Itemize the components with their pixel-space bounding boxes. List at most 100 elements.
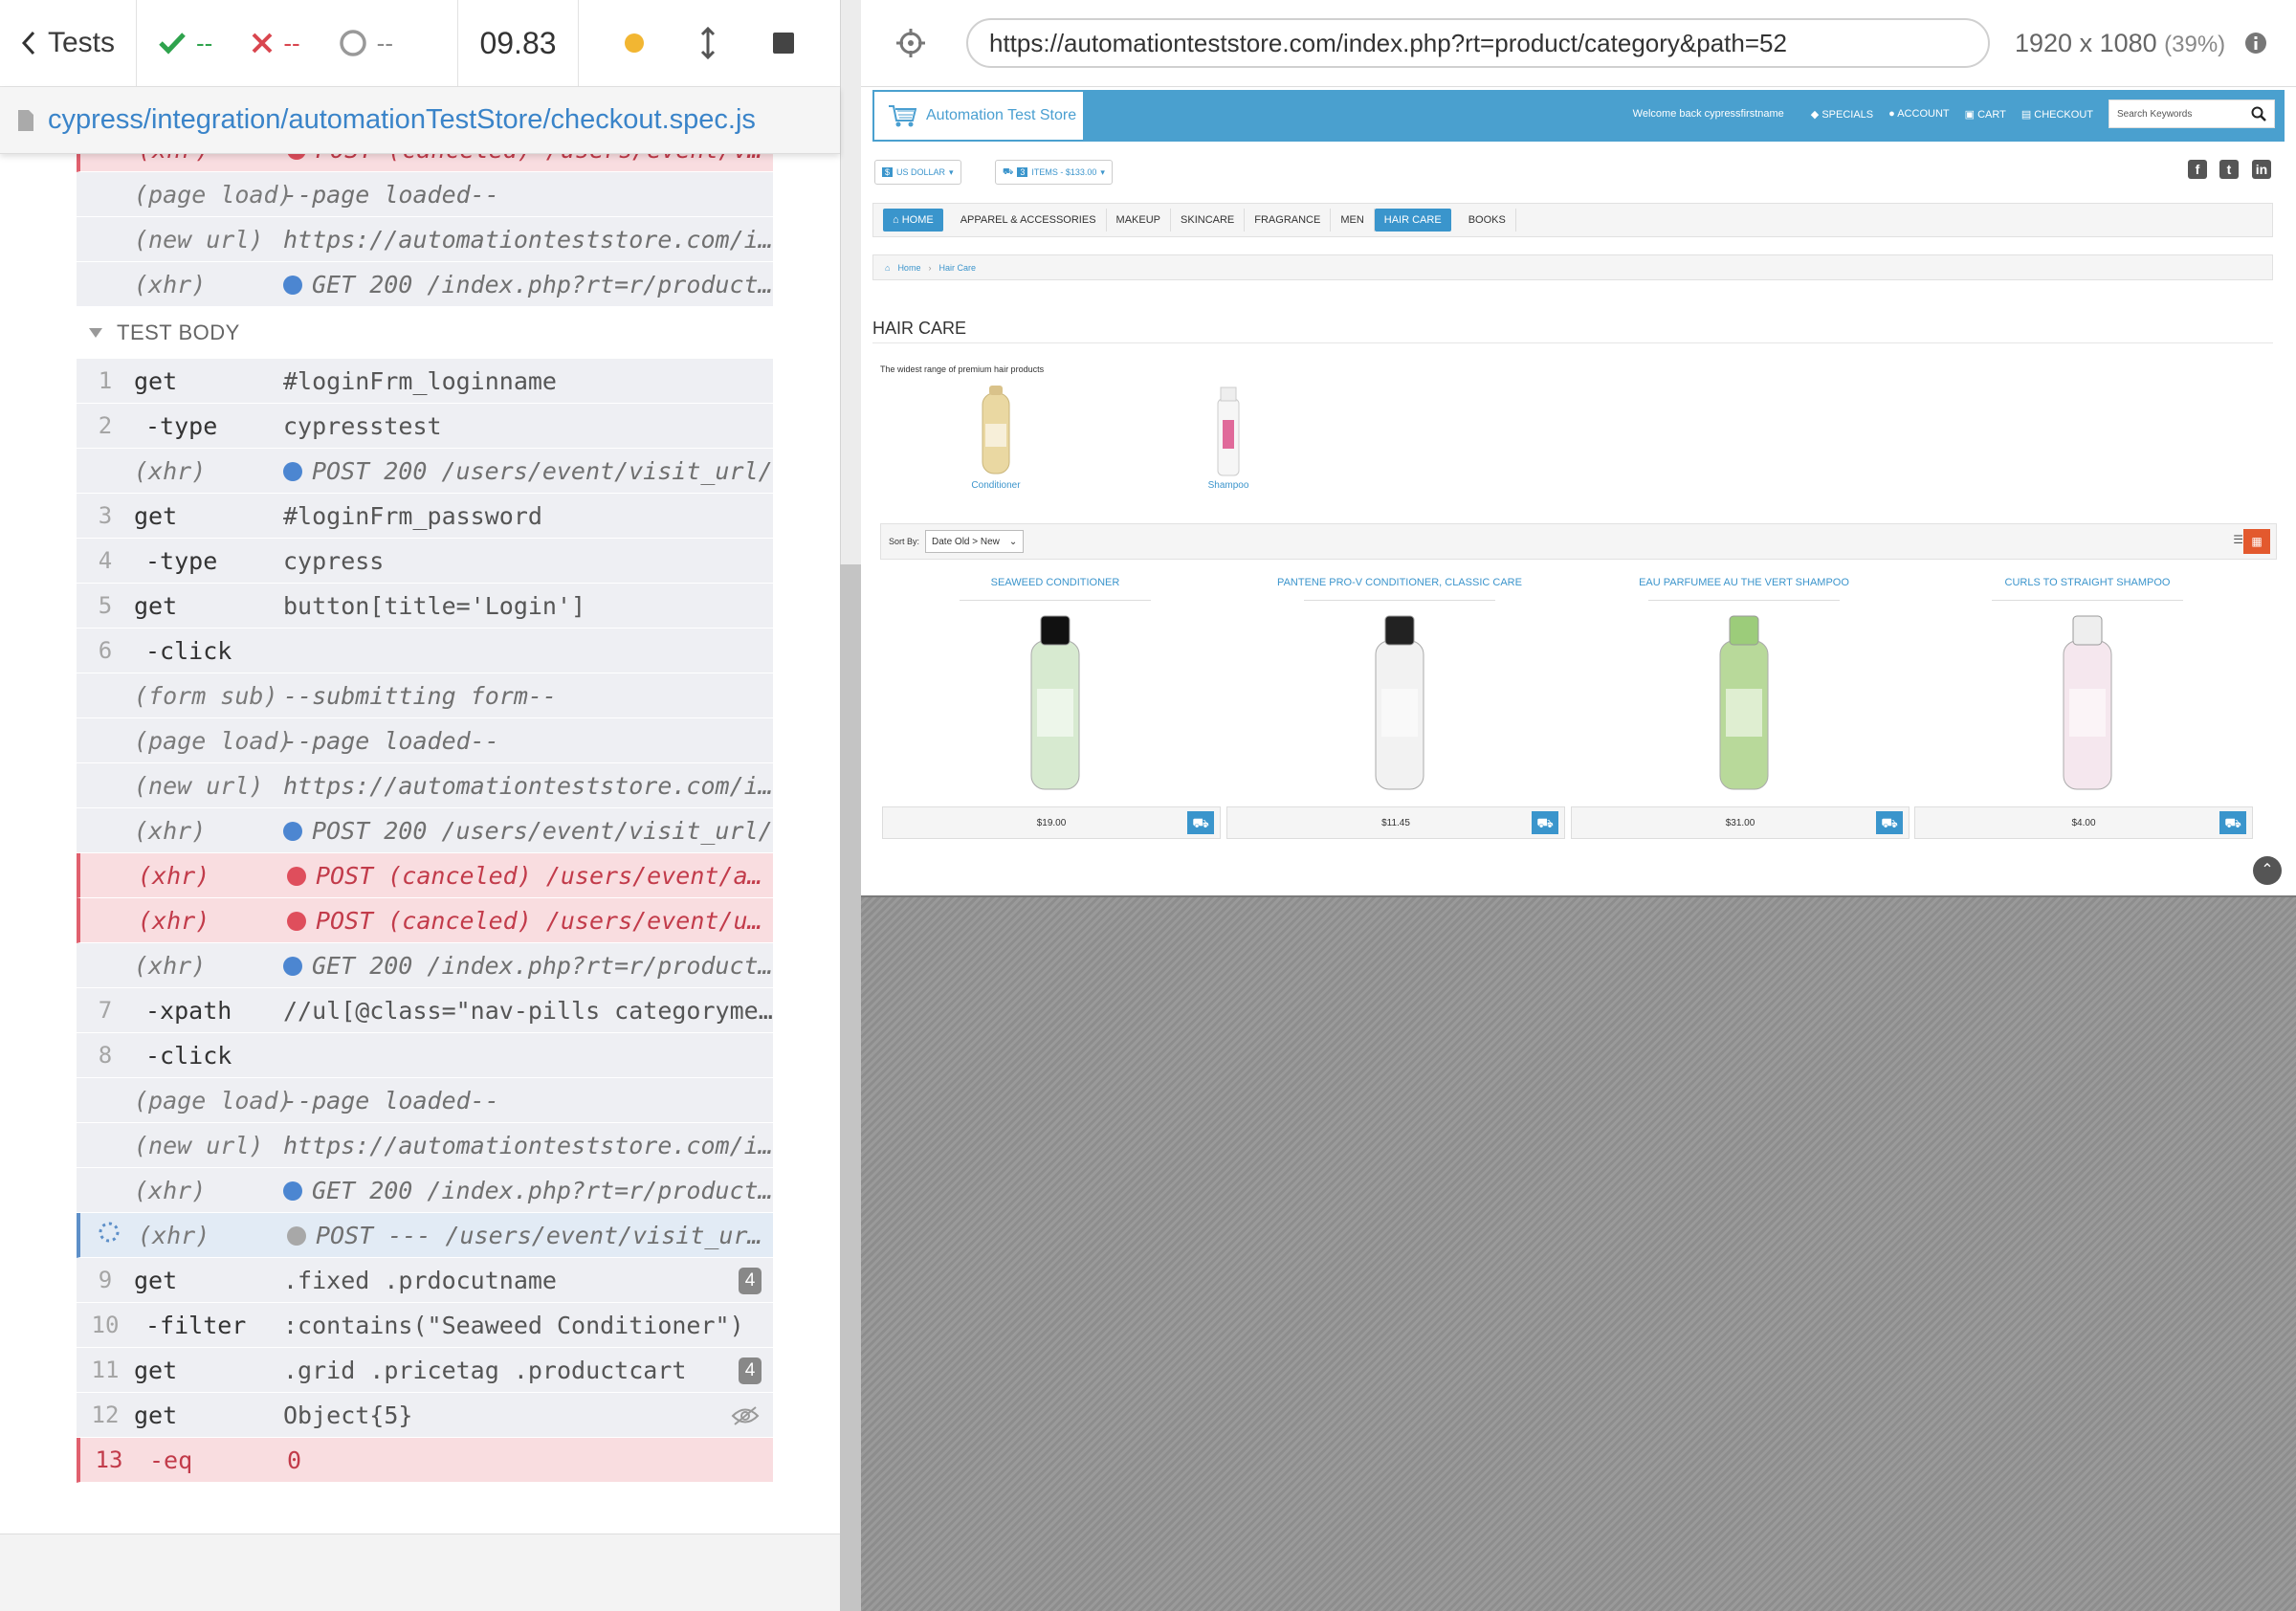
price-bar: $19.00 ⛟ bbox=[882, 806, 1221, 839]
heading-divider bbox=[872, 342, 2273, 343]
command-row[interactable]: 4 -type cypress bbox=[77, 539, 773, 584]
command-name: (new url) bbox=[134, 225, 264, 254]
product-name-link[interactable]: SEAWEED CONDITIONER bbox=[884, 577, 1226, 594]
runner-footer bbox=[0, 1534, 840, 1611]
stop-button[interactable] bbox=[773, 33, 795, 54]
command-message-text: https://automationteststore.com/i... bbox=[283, 1131, 773, 1159]
command-row[interactable]: 2 -type cypresstest bbox=[77, 404, 773, 449]
cart-summary-dropdown[interactable]: ⛟ 3 ITEMS - $133.00 ▾ bbox=[995, 160, 1113, 185]
cart-link[interactable]: ▣ CART bbox=[1965, 108, 2006, 121]
subcategory-shampoo[interactable]: Shampoo bbox=[1176, 386, 1281, 491]
command-event-row[interactable]: (xhr) POST (canceled) /users/event/up... bbox=[77, 898, 773, 943]
product-card: PANTENE PRO-V CONDITIONER, CLASSIC CARE bbox=[1228, 577, 1571, 794]
command-row[interactable]: 6 -click bbox=[77, 629, 773, 673]
selector-playground-icon[interactable] bbox=[895, 28, 926, 58]
viewport-info[interactable]: 1920 x 1080 (39%) bbox=[2015, 29, 2225, 58]
command-event-row[interactable]: (form sub) --submitting form-- bbox=[77, 673, 773, 718]
command-name: -filter bbox=[145, 1311, 247, 1339]
twitter-icon[interactable]: t bbox=[2219, 160, 2239, 179]
currency-dropdown[interactable]: $ US DOLLAR ▾ bbox=[874, 160, 961, 185]
back-to-tests-button[interactable]: Tests bbox=[0, 0, 137, 86]
app-under-test-frame: Automation Test Store Welcome back cypre… bbox=[861, 87, 2296, 895]
product-image[interactable] bbox=[1228, 607, 1571, 794]
facebook-icon[interactable]: f bbox=[2188, 160, 2207, 179]
store-logo[interactable]: Automation Test Store bbox=[872, 90, 1085, 142]
command-event-row[interactable]: (xhr) POST 200 /users/event/visit_url/ bbox=[77, 808, 773, 853]
menu-item-fragrance[interactable]: FRAGRANCE bbox=[1245, 209, 1332, 232]
menu-item-skincare[interactable]: SKINCARE bbox=[1171, 209, 1246, 232]
store-top-bar: Automation Test Store Welcome back cypre… bbox=[872, 90, 2285, 142]
command-name: -xpath bbox=[145, 996, 232, 1025]
command-row[interactable]: 9 get .fixed .prdocutname 4 bbox=[77, 1258, 773, 1303]
menu-item-makeup[interactable]: MAKEUP bbox=[1107, 209, 1172, 232]
sort-label: Sort By: bbox=[889, 537, 920, 546]
product-image[interactable] bbox=[884, 607, 1226, 794]
price-bar: $31.00 ⛟ bbox=[1571, 806, 1910, 839]
specials-link[interactable]: ◆ SPECIALS bbox=[1811, 108, 1873, 121]
search-icon[interactable] bbox=[2251, 106, 2266, 121]
menu-item-apparel-accessories[interactable]: APPAREL & ACCESSORIES bbox=[951, 209, 1107, 232]
list-view-icon[interactable]: ☰ bbox=[2233, 533, 2243, 546]
product-bottle-image bbox=[1030, 615, 1080, 790]
command-row[interactable]: 11 get .grid .pricetag .productcart 4 bbox=[77, 1348, 773, 1393]
command-event-row[interactable]: (new url) https://automationteststore.com… bbox=[77, 1123, 773, 1168]
command-row[interactable]: 1 get #loginFrm_loginname bbox=[77, 359, 773, 404]
breadcrumb-current[interactable]: Hair Care bbox=[938, 263, 976, 273]
command-message: #loginFrm_password bbox=[283, 502, 773, 530]
menu-item-books[interactable]: BOOKS bbox=[1459, 209, 1516, 232]
info-icon[interactable] bbox=[2244, 32, 2267, 55]
command-row[interactable]: 12 get Object{5} bbox=[77, 1393, 773, 1438]
command-row[interactable]: 10 -filter:contains("Seaweed Conditioner"… bbox=[77, 1303, 773, 1348]
command-row[interactable]: 7 -xpath //ul[@class="nav-pills categoryme… bbox=[77, 988, 773, 1033]
spec-file-path[interactable]: cypress/integration/automationTestStore/… bbox=[48, 104, 756, 136]
command-event-row[interactable]: (new url) https://automationteststore.com… bbox=[77, 217, 773, 262]
command-event-row[interactable]: (xhr) POST (canceled) /users/event/vi... bbox=[77, 154, 773, 172]
command-name: get bbox=[134, 1356, 178, 1384]
x-icon bbox=[252, 33, 273, 54]
sort-select[interactable]: Date Old > New ⌄ bbox=[925, 530, 1025, 553]
linkedin-icon[interactable]: in bbox=[2252, 160, 2271, 179]
command-log: (xhr)POST (canceled) /users/event/vi...(… bbox=[0, 154, 840, 1534]
command-event-row[interactable]: (xhr) GET 200 /index.php?rt=r/product... bbox=[77, 1168, 773, 1213]
command-row[interactable]: 5 get button[title='Login'] bbox=[77, 584, 773, 629]
store-search-input[interactable]: Search Keywords bbox=[2108, 99, 2275, 128]
back-to-top-icon[interactable]: ⌃ bbox=[2253, 856, 2282, 885]
checkout-link[interactable]: ▤ CHECKOUT bbox=[2021, 108, 2093, 121]
command-message-text: button[title='Login'] bbox=[283, 591, 586, 620]
command-event-row[interactable]: (xhr) POST 200 /users/event/visit_url/ bbox=[77, 449, 773, 494]
add-to-cart-icon[interactable]: ⛟ bbox=[1532, 811, 1558, 834]
command-row[interactable]: 8 -click bbox=[77, 1033, 773, 1078]
menu-item-men[interactable]: MEN bbox=[1331, 209, 1375, 232]
command-event-row[interactable]: (page load) --page loaded-- bbox=[77, 1078, 773, 1123]
auto-scroll-toggle-icon[interactable] bbox=[700, 27, 716, 59]
product-name-link[interactable]: PANTENE PRO-V CONDITIONER, CLASSIC CARE bbox=[1228, 577, 1571, 594]
command-row[interactable]: 13 -eq 0 bbox=[77, 1438, 773, 1483]
command-message: .fixed .prdocutname bbox=[283, 1267, 773, 1294]
add-to-cart-icon[interactable]: ⛟ bbox=[1187, 811, 1214, 834]
welcome-link[interactable]: Welcome back cypressfirstname bbox=[1633, 108, 1784, 120]
command-event-row[interactable]: (page load) --page loaded-- bbox=[77, 172, 773, 217]
account-link[interactable]: ● ACCOUNT bbox=[1888, 108, 1949, 120]
product-name-link[interactable]: CURLS TO STRAIGHT SHAMPOO bbox=[1916, 577, 2259, 594]
command-row[interactable]: 3 get #loginFrm_password bbox=[77, 494, 773, 539]
scrollbar-thumb[interactable] bbox=[840, 564, 861, 1611]
command-event-row[interactable]: (xhr) POST --- /users/event/visit_url/ bbox=[77, 1213, 773, 1258]
command-event-row[interactable]: (xhr) GET 200 /index.php?rt=r/product... bbox=[77, 943, 773, 988]
add-to-cart-icon[interactable]: ⛟ bbox=[1876, 811, 1903, 834]
command-event-row[interactable]: (new url) https://automationteststore.com… bbox=[77, 763, 773, 808]
subcategory-conditioner[interactable]: Conditioner bbox=[943, 386, 1049, 491]
product-image[interactable] bbox=[1573, 607, 1915, 794]
product-name-link[interactable]: EAU PARFUMEE AU THE VERT SHAMPOO bbox=[1573, 577, 1915, 594]
add-to-cart-icon[interactable]: ⛟ bbox=[2219, 811, 2246, 834]
hook-title[interactable]: TEST BODY bbox=[77, 307, 773, 359]
url-bar[interactable]: https://automationteststore.com/index.ph… bbox=[966, 18, 1990, 68]
menu-item-hair-care[interactable]: HAIR CARE bbox=[1374, 209, 1451, 232]
product-image[interactable] bbox=[1916, 607, 2259, 794]
command-event-row[interactable]: (page load) --page loaded-- bbox=[77, 718, 773, 763]
viewport-background bbox=[861, 895, 2296, 1611]
grid-view-icon[interactable]: ▦ bbox=[2243, 529, 2270, 554]
command-event-row[interactable]: (xhr) GET 200 /index.php?rt=r/product... bbox=[77, 262, 773, 307]
menu-item-home[interactable]: ⌂ HOME bbox=[883, 209, 943, 232]
command-event-row[interactable]: (xhr) POST (canceled) /users/event/ad... bbox=[77, 853, 773, 898]
breadcrumb-home[interactable]: Home bbox=[897, 263, 920, 273]
